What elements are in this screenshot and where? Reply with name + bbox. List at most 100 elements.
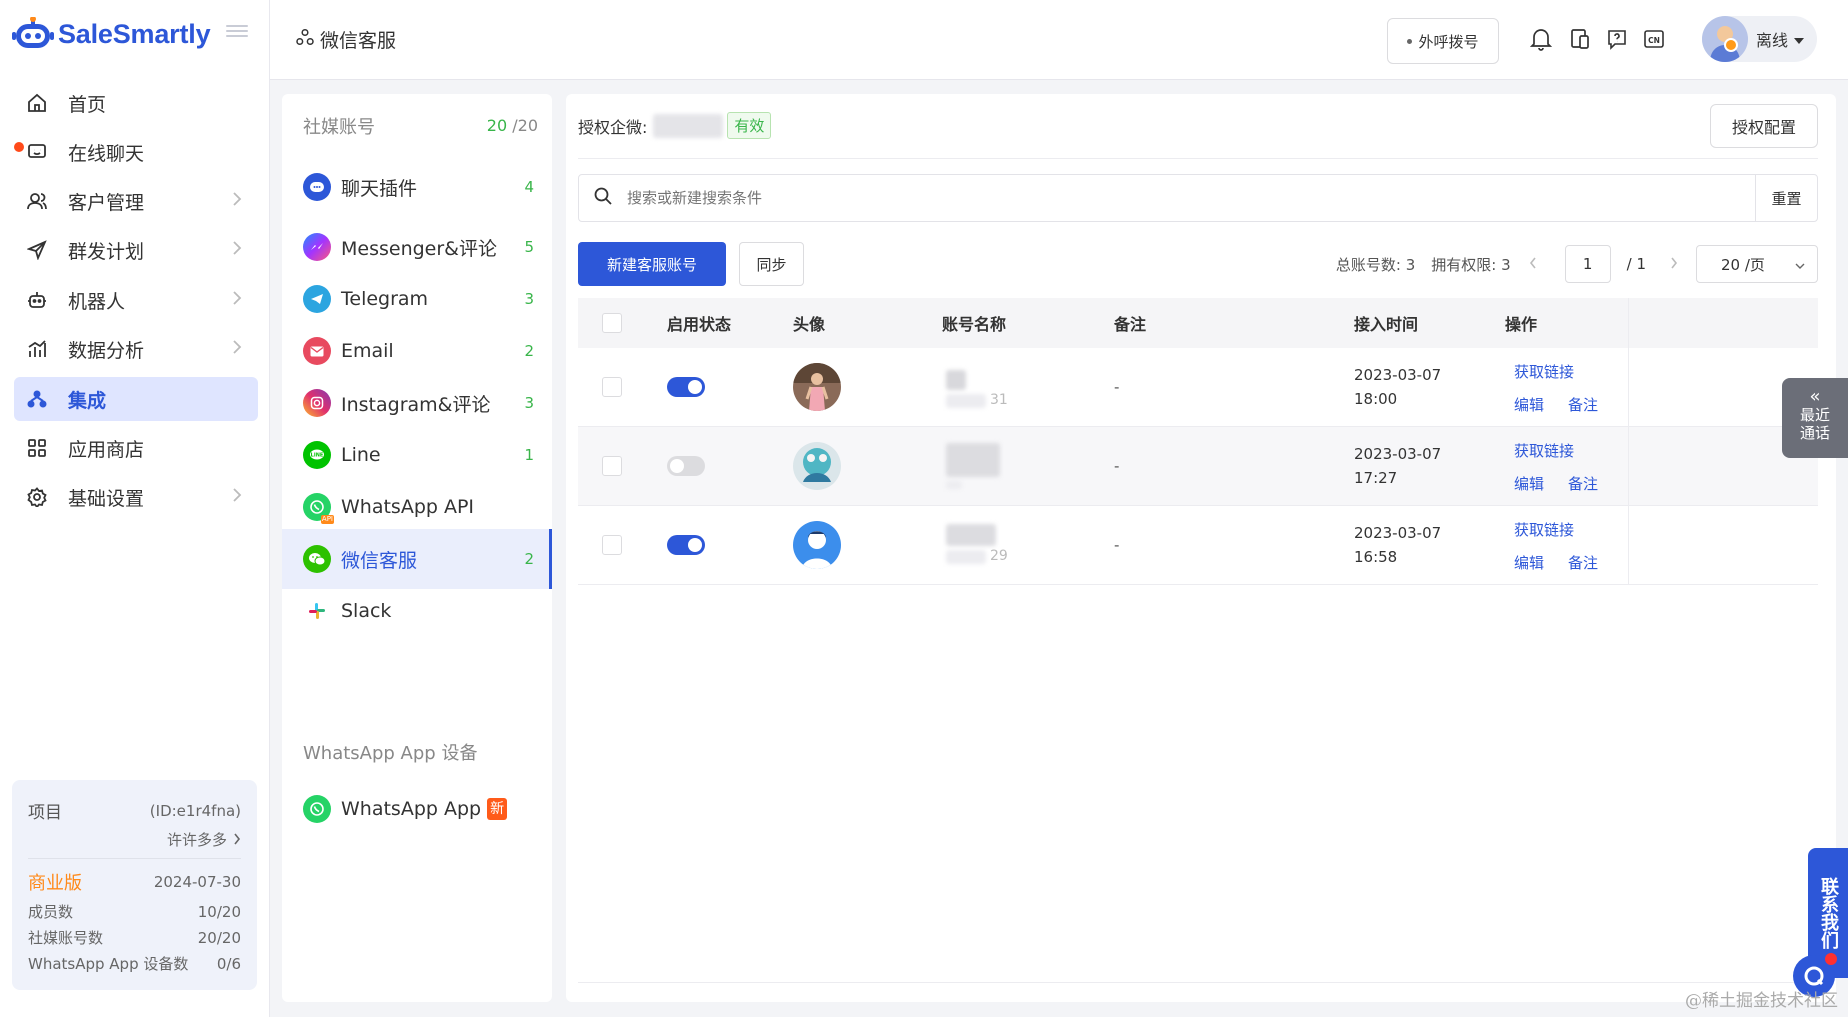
channel-label: WhatsApp App: [341, 798, 482, 820]
enable-toggle[interactable]: [667, 456, 705, 476]
row-checkbox[interactable]: [602, 377, 622, 397]
row-note: -: [1114, 457, 1120, 475]
search-bar[interactable]: 重置: [578, 174, 1818, 222]
devices-icon[interactable]: [1567, 26, 1593, 52]
channel-item-telegram[interactable]: Telegram 3: [282, 269, 552, 329]
breadcrumb: 微信客服: [296, 26, 396, 53]
double-chevron-left-icon: «: [1809, 386, 1821, 407]
page-input[interactable]: 1: [1564, 245, 1611, 283]
account-name: [942, 441, 1002, 491]
chat-plugin-icon: [303, 173, 331, 201]
chevron-right-icon: [232, 240, 242, 260]
recent-calls-label: 最近: [1799, 406, 1830, 424]
note-button[interactable]: 备注: [1568, 473, 1598, 494]
edit-button[interactable]: 编辑: [1514, 552, 1544, 573]
auth-config-button[interactable]: 授权配置: [1710, 104, 1818, 148]
table-row: 31 - 2023-03-07 18:00 获取链接 编辑 备注: [578, 348, 1818, 427]
page-size-select[interactable]: 20 /页: [1696, 245, 1818, 283]
sidebar-item-appstore[interactable]: 应用商店: [14, 426, 270, 470]
channel-item-whatsapp-api[interactable]: API WhatsApp API: [282, 477, 552, 537]
sidebar-item-home[interactable]: 首页: [14, 81, 270, 125]
row-actions: 获取链接 编辑 备注: [1514, 506, 1598, 585]
sidebar-item-customers[interactable]: 客户管理: [14, 179, 270, 223]
channel-item-chat-plugin[interactable]: 聊天插件 4: [282, 157, 552, 217]
new-account-button[interactable]: 新建客服账号: [578, 242, 726, 286]
sidebar-item-broadcast[interactable]: 群发计划: [14, 228, 270, 272]
get-link-button[interactable]: 获取链接: [1514, 440, 1598, 461]
account-name-suffix: 29: [990, 548, 1008, 564]
collapse-menu-icon[interactable]: [226, 22, 248, 40]
enable-toggle[interactable]: [667, 535, 705, 555]
bell-icon[interactable]: [1528, 26, 1554, 52]
chevron-right-icon: [232, 290, 242, 310]
sidebar-item-label: 应用商店: [68, 438, 145, 461]
contact-us-label: 联系我们: [1818, 877, 1839, 949]
sidebar-item-chat[interactable]: 在线聊天: [14, 130, 270, 174]
chevron-right-icon: [232, 487, 242, 507]
channel-label: Instagram&评论: [341, 393, 491, 416]
prev-page-icon[interactable]: [1529, 255, 1537, 273]
sidebar-item-label: 集成: [68, 389, 107, 412]
channel-item-instagram[interactable]: Instagram&评论 3: [282, 373, 552, 433]
sidebar-item-label: 首页: [68, 93, 107, 116]
select-all-checkbox[interactable]: [602, 313, 622, 333]
sidebar-item-robot[interactable]: 机器人: [14, 278, 270, 322]
reset-button[interactable]: 重置: [1755, 175, 1817, 221]
channel-count-total: /20: [507, 116, 538, 135]
page-total: / 1: [1626, 255, 1646, 273]
enable-toggle[interactable]: [667, 377, 705, 397]
help-icon[interactable]: [1604, 26, 1630, 52]
channel-item-count: 2: [524, 342, 534, 360]
get-link-button[interactable]: 获取链接: [1514, 361, 1598, 382]
note-button[interactable]: 备注: [1568, 394, 1598, 415]
channel-item-wechat[interactable]: 微信客服 2: [282, 529, 552, 589]
auth-config-label: 授权配置: [1731, 118, 1796, 137]
logo[interactable]: SaleSmartly: [12, 14, 211, 54]
sidebar-item-label: 在线聊天: [68, 142, 145, 165]
edit-button[interactable]: 编辑: [1514, 394, 1544, 415]
settings-icon: [26, 486, 48, 508]
row-note: -: [1114, 378, 1120, 396]
channel-item-messenger[interactable]: Messenger&评论 5: [282, 217, 552, 277]
channel-item-count: 1: [524, 446, 534, 464]
avatar: [793, 442, 841, 490]
chat-bubble-icon: [1804, 966, 1824, 986]
channel-item-whatsapp-app[interactable]: WhatsApp App 新: [282, 779, 552, 839]
status-dot: [1724, 38, 1738, 52]
avatar: [793, 363, 841, 411]
outbound-call-button[interactable]: 外呼拨号: [1387, 18, 1499, 64]
channel-label: Telegram: [341, 288, 429, 310]
pagination: 总账号数: 3 拥有权限: 3 1 / 1 20 /页: [1336, 242, 1818, 286]
notification-dot: [1825, 953, 1837, 965]
search-input[interactable]: [627, 189, 1755, 207]
language-icon[interactable]: CN: [1641, 26, 1667, 52]
sidebar-item-label: 机器人: [68, 290, 126, 313]
table-row: 29 - 2023-03-07 16:58 获取链接 编辑 备注: [578, 506, 1818, 585]
channel-item-slack[interactable]: Slack: [282, 581, 552, 641]
note-button[interactable]: 备注: [1568, 552, 1598, 573]
row-checkbox[interactable]: [602, 456, 622, 476]
recent-calls-tab[interactable]: « 最近 通话: [1782, 378, 1848, 458]
row-checkbox[interactable]: [602, 535, 622, 555]
sidebar-item-analytics[interactable]: 数据分析: [14, 327, 270, 371]
social-accounts-value: 20/20: [197, 928, 241, 947]
channel-list-heading: 社媒账号: [303, 117, 375, 138]
col-account-name: 账号名称: [942, 315, 1007, 334]
sidebar-item-settings[interactable]: 基础设置: [14, 475, 270, 519]
channel-item-email[interactable]: Email 2: [282, 321, 552, 381]
channel-item-line[interactable]: LINE Line 1: [282, 425, 552, 485]
robot-icon: [26, 289, 48, 311]
integration-icon: [26, 388, 48, 410]
row-join-time: 2023-03-07 18:00: [1354, 363, 1441, 411]
sidebar-item-integration[interactable]: 集成: [14, 377, 258, 421]
edit-button[interactable]: 编辑: [1514, 473, 1544, 494]
project-switcher[interactable]: 许许多多: [28, 829, 241, 859]
next-page-icon[interactable]: [1670, 255, 1678, 273]
project-id: (ID:e1r4fna): [149, 801, 241, 820]
top-header: 微信客服 外呼拨号 CN 离线: [270, 0, 1848, 80]
sync-button[interactable]: 同步: [739, 242, 804, 286]
customers-icon: [26, 190, 48, 212]
get-link-button[interactable]: 获取链接: [1514, 519, 1598, 540]
table-row: - 2023-03-07 17:27 获取链接 编辑 备注: [578, 427, 1818, 506]
user-menu[interactable]: 离线: [1702, 16, 1817, 62]
